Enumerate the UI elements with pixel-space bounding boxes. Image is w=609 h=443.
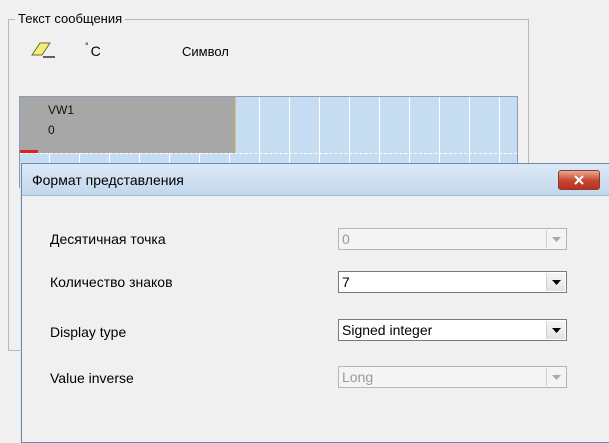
cell-variable-name: VW1	[48, 103, 75, 117]
digit-count-select[interactable]: 7	[338, 271, 567, 293]
degree-unit: C	[90, 43, 101, 59]
chevron-down-icon[interactable]	[546, 273, 565, 291]
close-button[interactable]	[558, 170, 600, 190]
eraser-icon	[29, 40, 57, 63]
chevron-down-icon[interactable]	[546, 321, 565, 339]
dialog-titlebar[interactable]: Формат представления	[22, 164, 609, 196]
display-type-value: Signed integer	[342, 322, 433, 338]
text-cursor-marker	[20, 150, 38, 153]
decimal-point-value: 0	[342, 231, 350, 247]
value-inverse-label: Value inverse	[50, 370, 134, 386]
selected-variable-cell[interactable]: VW1 0	[20, 97, 236, 153]
format-dialog: Формат представления Десятичная точка 0 …	[21, 163, 609, 443]
degree-celsius-button[interactable]: ° C	[85, 40, 111, 62]
cell-variable-value: 0	[48, 123, 55, 137]
chevron-down-icon	[546, 230, 565, 248]
degree-symbol: °	[85, 41, 89, 51]
grid-line	[20, 153, 517, 154]
symbol-button[interactable]: Символ	[182, 40, 229, 62]
display-type-label: Display type	[50, 324, 127, 340]
digit-count-label: Количество знаков	[50, 274, 173, 290]
digit-count-value: 7	[342, 274, 350, 290]
eraser-button[interactable]	[29, 40, 61, 62]
close-icon	[573, 173, 585, 188]
chevron-down-icon	[546, 368, 565, 386]
display-type-select[interactable]: Signed integer	[338, 319, 567, 341]
value-inverse-select: Long	[338, 366, 567, 388]
decimal-point-select: 0	[338, 228, 567, 250]
decimal-point-label: Десятичная точка	[50, 231, 166, 247]
groupbox-title: Текст сообщения	[15, 11, 126, 26]
dialog-title: Формат представления	[32, 172, 184, 188]
value-inverse-value: Long	[342, 369, 374, 385]
